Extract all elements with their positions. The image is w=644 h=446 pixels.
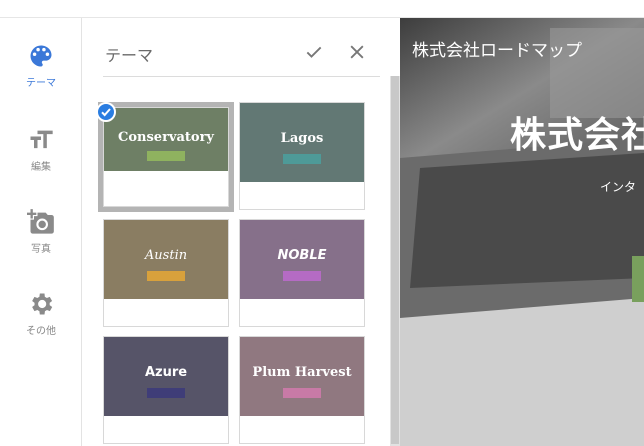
- theme-card-noble[interactable]: NOBLE: [240, 220, 364, 326]
- close-icon[interactable]: [347, 42, 367, 62]
- rail-label: 編集: [31, 162, 51, 173]
- theme-accent-bar: [147, 271, 185, 281]
- theme-accent-bar: [283, 271, 321, 281]
- add-photo-icon: [27, 209, 54, 234]
- rail-label: テーマ: [26, 78, 56, 89]
- hero-cta-button[interactable]: [632, 256, 644, 302]
- panel-scrollbar[interactable]: [390, 76, 400, 446]
- hero-subtext: インタ: [600, 180, 637, 194]
- rail-item-photo[interactable]: 写真: [0, 208, 82, 278]
- hero-heading: 株式会社: [510, 115, 644, 156]
- theme-name: Lagos: [280, 131, 324, 146]
- text-size-icon: [30, 130, 53, 149]
- site-preview[interactable]: 株式会社ロードマップ 株式会社 インタ: [400, 18, 644, 446]
- palette-icon: [30, 45, 52, 67]
- rail-item-edit[interactable]: 編集: [0, 126, 82, 196]
- theme-card-azure[interactable]: Azure: [104, 337, 228, 443]
- theme-accent-bar: [147, 151, 185, 161]
- theme-card-plum-harvest[interactable]: Plum Harvest: [240, 337, 364, 443]
- theme-accent-bar: [147, 388, 185, 398]
- rail-item-other[interactable]: その他: [0, 290, 82, 360]
- gear-icon: [32, 293, 53, 315]
- top-bar: [0, 0, 644, 18]
- theme-card-lagos[interactable]: Lagos: [240, 103, 364, 209]
- theme-accent-bar: [283, 154, 321, 164]
- check-icon[interactable]: [304, 42, 324, 62]
- theme-name: Plum Harvest: [252, 365, 352, 380]
- theme-name: NOBLE: [277, 248, 327, 263]
- side-rail: テーマ 編集 写真 その他: [0, 18, 82, 446]
- selected-check-icon: [96, 102, 116, 122]
- panel-header: テーマ: [103, 38, 380, 77]
- rail-label: 写真: [31, 244, 51, 255]
- hero-background-image: [400, 18, 644, 446]
- theme-panel: テーマ Conservatory Lagos Austin NOBLE Azur…: [83, 18, 400, 446]
- theme-name: Conservatory: [118, 130, 214, 145]
- theme-card-conservatory[interactable]: Conservatory: [96, 102, 234, 214]
- scrollbar-thumb[interactable]: [391, 76, 399, 444]
- panel-title: テーマ: [105, 46, 154, 65]
- rail-label: その他: [26, 326, 56, 337]
- theme-name: Austin: [144, 248, 188, 263]
- theme-name: Azure: [144, 365, 188, 380]
- site-title: 株式会社ロードマップ: [412, 41, 582, 61]
- rail-item-theme[interactable]: テーマ: [0, 42, 82, 112]
- theme-accent-bar: [283, 388, 321, 398]
- theme-card-austin[interactable]: Austin: [104, 220, 228, 326]
